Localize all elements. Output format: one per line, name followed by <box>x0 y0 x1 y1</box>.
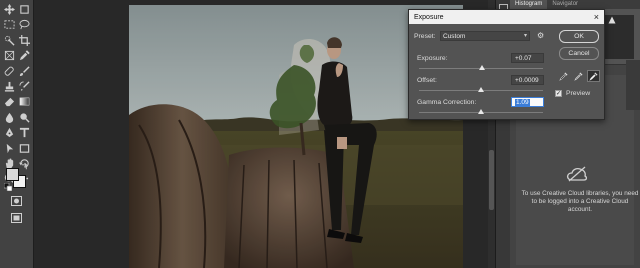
photoshop-window: Histogram Navigator To use Creative Clou… <box>0 0 640 268</box>
preset-label: Preset: <box>414 33 436 40</box>
cc-message-line1: To use Creative Cloud libraries, you nee… <box>521 190 639 197</box>
gray-eyedropper-icon[interactable] <box>572 70 585 82</box>
offset-slider-thumb[interactable] <box>478 87 484 92</box>
offset-slider[interactable] <box>419 87 543 92</box>
exposure-value: +0.07 <box>515 55 532 62</box>
blur-icon[interactable] <box>2 110 17 125</box>
dialog-title: Exposure <box>414 13 444 21</box>
lasso-icon[interactable] <box>17 17 32 32</box>
gamma-label: Gamma Correction: <box>417 99 477 106</box>
preview-checkbox[interactable]: ✓ <box>555 90 562 97</box>
cancel-button[interactable]: Cancel <box>559 47 599 60</box>
dodge-icon[interactable] <box>17 110 32 125</box>
warning-icon[interactable] <box>608 16 616 24</box>
marquee-icon[interactable] <box>2 17 17 32</box>
tab-navigator[interactable]: Navigator <box>547 0 583 9</box>
offset-input[interactable]: +0.0009 <box>511 75 544 85</box>
foreground-color-swatch[interactable] <box>6 168 19 181</box>
offset-label: Offset: <box>417 77 437 84</box>
creative-cloud-icon <box>566 166 588 182</box>
gear-icon[interactable]: ⚙ <box>537 31 544 41</box>
screen-mode-icon[interactable] <box>9 212 24 224</box>
artboard-icon[interactable] <box>17 2 32 17</box>
path-select-icon[interactable] <box>2 141 17 156</box>
gamma-value: 1.09 <box>515 99 530 106</box>
stamp-icon[interactable] <box>2 79 17 94</box>
black-eyedropper-icon[interactable] <box>557 70 570 82</box>
ok-button[interactable]: OK <box>559 30 599 43</box>
scrollbar-thumb[interactable] <box>489 150 494 210</box>
collapsed-panel-tab[interactable] <box>626 60 640 110</box>
eyedropper-icon[interactable] <box>17 48 32 63</box>
quick-mask-icon[interactable] <box>9 195 24 207</box>
quick-select-icon[interactable] <box>2 33 17 48</box>
tab-histogram[interactable]: Histogram <box>510 0 548 9</box>
exposure-input[interactable]: +0.07 <box>511 53 544 63</box>
eraser-icon[interactable] <box>2 94 17 109</box>
panel-tabs: Histogram Navigator <box>510 0 640 9</box>
close-icon[interactable]: × <box>594 12 599 22</box>
cc-message-line2: to be logged into a Creative Cloud <box>531 198 629 205</box>
pen-icon[interactable] <box>2 125 17 140</box>
healing-icon[interactable] <box>2 64 17 79</box>
frame-icon[interactable] <box>2 48 17 63</box>
move-icon[interactable] <box>2 2 17 17</box>
exposure-slider[interactable] <box>419 65 543 70</box>
crop-icon[interactable] <box>17 33 32 48</box>
shape-icon[interactable] <box>17 141 32 156</box>
brush-icon[interactable] <box>17 64 32 79</box>
gamma-slider[interactable] <box>419 109 543 114</box>
swap-colors-icon[interactable] <box>20 163 29 172</box>
preset-value: Custom <box>443 33 466 40</box>
type-icon[interactable] <box>17 125 32 140</box>
history-brush-icon[interactable] <box>17 79 32 94</box>
preview-label: Preview <box>566 90 591 97</box>
gradient-icon[interactable] <box>17 94 32 109</box>
cc-login-message: To use Creative Cloud libraries, you nee… <box>520 190 640 214</box>
exposure-label: Exposure: <box>417 55 448 62</box>
gamma-slider-thumb[interactable] <box>478 109 484 114</box>
chevron-down-icon: ▾ <box>523 33 527 39</box>
dialog-titlebar[interactable]: Exposure × <box>409 10 604 24</box>
offset-value: +0.0009 <box>515 77 539 84</box>
gamma-input[interactable]: 1.09 <box>511 97 544 107</box>
exposure-slider-thumb[interactable] <box>479 65 486 70</box>
exposure-dialog: Exposure × Preset: Custom ▾ ⚙ Exposure: … <box>408 9 605 120</box>
preset-select[interactable]: Custom ▾ <box>440 31 530 41</box>
tools-panel <box>0 0 34 268</box>
white-eyedropper-icon[interactable] <box>587 70 600 82</box>
default-colors-icon[interactable] <box>4 183 12 191</box>
cc-message-line3: account. <box>567 206 593 213</box>
tool-grid <box>2 2 32 187</box>
